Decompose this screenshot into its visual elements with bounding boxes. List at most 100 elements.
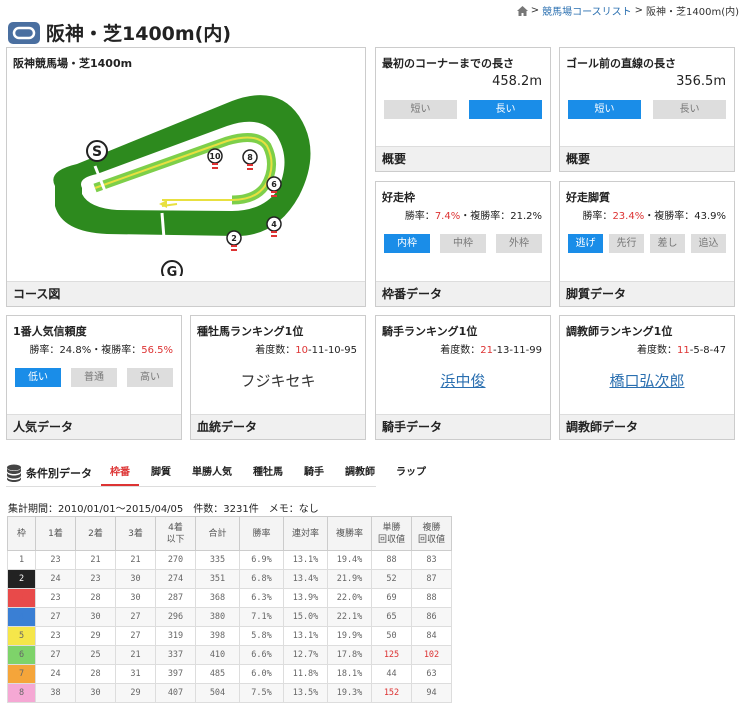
outer-gate-button[interactable]: 外枠 [496,234,542,253]
course-map-diagram: 10 8 6 4 2 S G [53,95,311,276]
table-cell: 6.6% [239,645,284,665]
good-style-rates: 勝率：23.4%・複勝率：43.9% [582,211,726,222]
table-cell: 23 [35,550,76,570]
tab-popularity[interactable]: 単勝人気 [192,460,232,486]
table-cell: 351 [195,569,240,589]
table-cell: 13.9% [283,588,328,608]
popular-high-button[interactable]: 高い [127,368,173,387]
table-cell: 23 [75,569,116,589]
tab-style[interactable]: 脚質 [151,460,171,486]
table-cell: 6.9% [239,550,284,570]
jockey-name-link[interactable]: 浜中俊 [376,370,550,391]
sire-footer[interactable]: 血統データ [191,414,365,439]
table-cell: 5.8% [239,626,284,646]
table-header-cell: 3着 [115,516,156,551]
table-cell: 152 [371,683,412,703]
first-corner-short-button[interactable]: 短い [384,100,457,119]
good-style-footer[interactable]: 脚質データ [560,281,734,306]
table-cell: 102 [411,645,452,665]
middle-gate-button[interactable]: 中枠 [440,234,486,253]
table-cell: 28 [75,588,116,608]
table-row: 5 23 29 27 319 398 5.8% 13.1% 19.9% 50 84 [7,626,452,646]
table-cell: 7.1% [239,607,284,627]
page-header: 阪神・芝1400m(内) [8,19,231,46]
table-cell: 29 [75,626,116,646]
inner-gate-button[interactable]: 内枠 [384,234,430,253]
popular-header: 1番人気信頼度 [13,325,87,338]
table-cell: 13.1% [283,550,328,570]
table-cell: 410 [195,645,240,665]
table-cell: 83 [411,550,452,570]
table-row: 7 24 28 31 397 485 6.0% 11.8% 18.1% 44 63 [7,664,452,684]
popular-rates: 勝率：24.8%・複勝率：56.5% [29,345,173,356]
last-straight-long-button[interactable]: 長い [653,100,726,119]
first-corner-long-button[interactable]: 長い [469,100,542,119]
popular-low-button[interactable]: 低い [15,368,61,387]
good-gate-panel: 好走枠 勝率：7.4%・複勝率：21.2% 内枠 中枠 外枠 枠番データ [375,181,551,307]
table-cell: 296 [155,607,196,627]
front-runner-button[interactable]: 逃げ [568,234,603,253]
table-cell: 24 [35,664,76,684]
table-cell: 23 [35,626,76,646]
table-cell: 87 [411,569,452,589]
closer-button[interactable]: 差し [650,234,685,253]
table-cell: 22.1% [327,607,372,627]
table-cell: 125 [371,645,412,665]
table-cell: 52 [371,569,412,589]
table-header-cell: 4着 以下 [155,516,196,551]
tab-trainer[interactable]: 調教師 [345,460,375,486]
last-straight-panel: ゴール前の直線の長さ 356.5m 短い 長い 概要 [559,47,735,172]
database-icon [7,464,21,482]
home-icon[interactable] [516,5,528,16]
table-cell: 22.0% [327,588,372,608]
good-style-panel: 好走脚質 勝率：23.4%・複勝率：43.9% 逃げ 先行 差し 追込 脚質デー… [559,181,735,307]
table-row: 2 24 23 30 274 351 6.8% 13.4% 21.9% 52 87 [7,569,452,589]
gate-number-cell: 1 [7,550,36,570]
table-cell: 380 [195,607,240,627]
page-title: 阪神・芝1400m(内) [46,23,232,45]
table-cell: 368 [195,588,240,608]
popular-normal-button[interactable]: 普通 [71,368,117,387]
sire-header: 種牡馬ランキング1位 [197,325,304,338]
trainer-footer[interactable]: 調教師データ [560,414,734,439]
table-cell: 274 [155,569,196,589]
tab-sire[interactable]: 種牡馬 [253,460,283,486]
sire-count: 着度数：10-11-10-95 [255,345,357,356]
tab-lap[interactable]: ラップ [396,460,426,486]
table-cell: 88 [371,550,412,570]
trainer-name-link[interactable]: 橋口弘次郎 [560,370,734,391]
marker-2: 2 [231,234,237,243]
breadcrumb-course-list[interactable]: 競馬場コースリスト [542,3,632,18]
good-gate-rates: 勝率：7.4%・複勝率：21.2% [404,211,542,222]
trainer-header: 調教師ランキング1位 [566,325,673,338]
table-cell: 27 [115,607,156,627]
table-cell: 69 [371,588,412,608]
first-corner-footer[interactable]: 概要 [376,146,550,171]
gate-number-cell: 3 [7,588,36,608]
table-cell: 24 [35,569,76,589]
good-gate-header: 好走枠 [382,191,415,204]
stalker-button[interactable]: 先行 [609,234,644,253]
course-map-footer[interactable]: コース図 [7,281,365,306]
table-header-cell: 2着 [75,516,116,551]
breadcrumb-current: 阪神・芝1400m(内) [646,7,739,18]
table-header-cell: 連対率 [283,516,328,551]
marker-10: 10 [209,152,221,161]
tab-gate[interactable]: 枠番 [101,460,139,486]
table-cell: 18.1% [327,664,372,684]
table-cell: 270 [155,550,196,570]
last-straight-short-button[interactable]: 短い [568,100,641,119]
table-cell: 94 [411,683,452,703]
tab-jockey[interactable]: 騎手 [304,460,324,486]
popular-footer[interactable]: 人気データ [7,414,181,439]
table-cell: 15.0% [283,607,328,627]
table-cell: 88 [411,588,452,608]
table-cell: 17.8% [327,645,372,665]
good-gate-footer[interactable]: 枠番データ [376,281,550,306]
last-straight-footer[interactable]: 概要 [560,146,734,171]
deep-closer-button[interactable]: 追込 [691,234,726,253]
jockey-footer[interactable]: 騎手データ [376,414,550,439]
summary-info: 集計期間：2010/01/01〜2015/04/05 件数：3231件 メモ：な… [8,504,319,515]
table-cell: 27 [115,626,156,646]
popular-panel: 1番人気信頼度 勝率：24.8%・複勝率：56.5% 低い 普通 高い 人気デー… [6,315,182,440]
